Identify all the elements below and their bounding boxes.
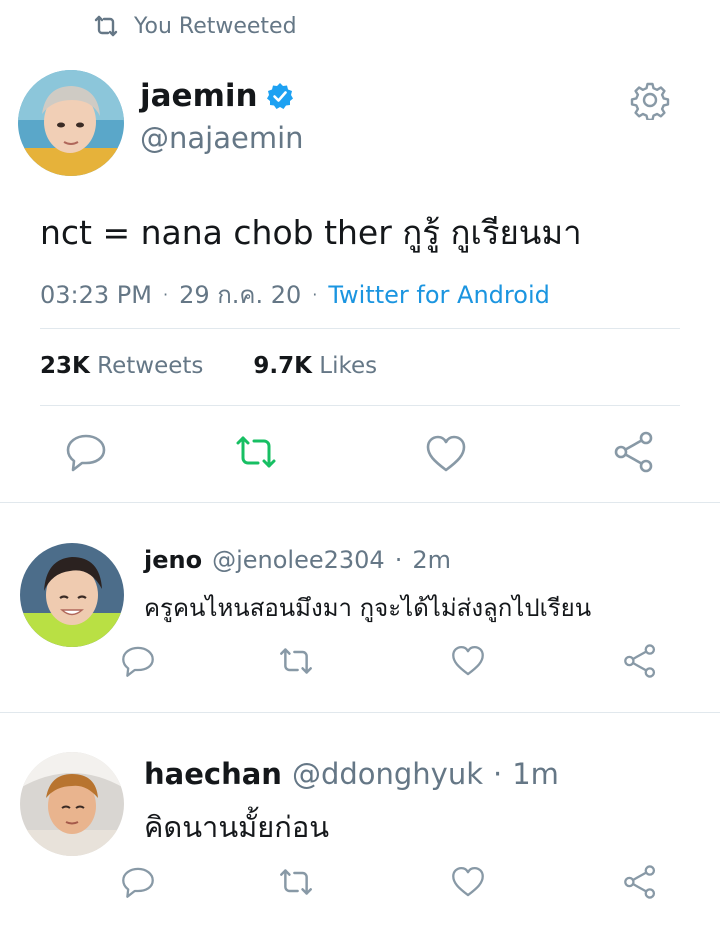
reply-text: คิดนานมั้ยก่อน (144, 810, 330, 844)
reply-time: 1m (512, 757, 559, 791)
separator-dot: · (162, 285, 169, 304)
author-name[interactable]: jaemin (140, 78, 258, 114)
avatar[interactable] (20, 543, 124, 647)
reply-action-bar (0, 643, 720, 683)
divider (40, 405, 680, 406)
retweet-icon[interactable] (234, 430, 278, 474)
gear-icon[interactable] (630, 80, 670, 120)
retweet-icon (94, 15, 118, 37)
tweet-date: 29 ก.ค. 20 (179, 281, 302, 309)
retweet-icon[interactable] (278, 864, 314, 900)
reply-icon[interactable] (64, 430, 108, 474)
reply-author-handle[interactable]: @jenolee2304 (212, 546, 385, 574)
tweet-source-link[interactable]: Twitter for Android (328, 281, 549, 309)
avatar[interactable] (20, 752, 124, 856)
separator-dot: · (312, 285, 318, 304)
retweet-banner: You Retweeted (92, 10, 297, 42)
like-icon[interactable] (450, 864, 486, 900)
share-icon[interactable] (612, 430, 656, 474)
reply-icon[interactable] (120, 864, 156, 900)
retweet-banner-text: You Retweeted (134, 13, 297, 39)
reply-text: ครูคนไหนสอนมึงมา กูจะได้ไม่ส่งลูกไปเรียน (144, 594, 592, 622)
likes-label: Likes (319, 353, 378, 379)
divider (0, 502, 720, 503)
tweet-stats: 23K Retweets 9.7K Likes (40, 353, 377, 379)
separator-dot: · (394, 546, 403, 574)
tweet-time: 03:23 PM (40, 280, 152, 309)
separator-dot: · (493, 757, 503, 791)
likes-count: 9.7K (253, 353, 312, 379)
reply-header: jeno @jenolee2304 · 2m (144, 546, 451, 574)
reply-author-handle[interactable]: @ddonghyuk (292, 757, 483, 791)
divider (0, 712, 720, 713)
retweets-label: Retweets (97, 353, 204, 379)
reply-header: haechan @ddonghyuk · 1m (144, 757, 559, 791)
share-icon[interactable] (622, 864, 658, 900)
tweet-meta: 03:23 PM · 29 ก.ค. 20 · Twitter for Andr… (40, 275, 550, 314)
reply-time: 2m (412, 546, 451, 574)
divider (40, 328, 680, 329)
author-name-row: jaemin (140, 78, 294, 114)
tweet-action-bar (0, 430, 720, 480)
likes-stat[interactable]: 9.7K Likes (253, 353, 377, 379)
reply-author-name[interactable]: haechan (144, 757, 282, 791)
share-icon[interactable] (622, 643, 658, 679)
reply-author-name[interactable]: jeno (144, 546, 202, 574)
like-icon[interactable] (450, 643, 486, 679)
retweet-icon[interactable] (278, 643, 314, 679)
reply-action-bar (0, 864, 720, 904)
like-icon[interactable] (424, 432, 468, 476)
author-handle[interactable]: @najaemin (140, 121, 304, 155)
reply-icon[interactable] (120, 643, 156, 679)
verified-badge-icon (266, 83, 293, 109)
retweets-stat[interactable]: 23K Retweets (40, 353, 203, 379)
avatar[interactable] (18, 70, 124, 176)
retweets-count: 23K (40, 353, 90, 379)
tweet-text: nct = nana chob ther กูรู้ กูเรียนมา (40, 213, 582, 252)
